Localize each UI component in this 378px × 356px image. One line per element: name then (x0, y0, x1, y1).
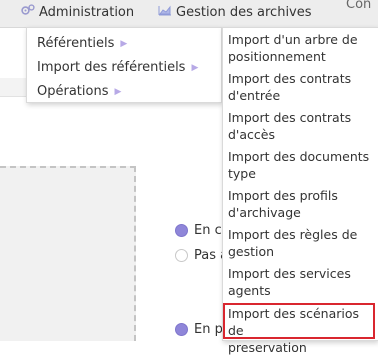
nav-item-gestion-label: Gestion des archives (176, 4, 312, 20)
nav-item-gestion[interactable]: Gestion des archives (158, 4, 312, 20)
submenu-item-line: Import d'un arbre de (228, 32, 358, 47)
top-navigation-bar: Administration Gestion des archives Con (0, 0, 378, 28)
radio-selected-icon (175, 323, 188, 336)
menu-item-operations[interactable]: Opérations ▶ (27, 80, 221, 104)
submenu-item-line: Import des contrats (228, 71, 352, 86)
submenu-item-import-services-agents[interactable]: Import des services agents (228, 265, 374, 299)
submenu-item-line: Import des documents (228, 149, 370, 164)
nav-item-administration-label: Administration (39, 4, 135, 20)
submenu-item-line: type (228, 166, 256, 181)
submenu-item-import-profils-archivage[interactable]: Import des profils d'archivage (228, 187, 374, 221)
submenu-item-import-contrats-entree[interactable]: Import des contrats d'entrée (228, 70, 374, 104)
submenu-item-line: Import des services (228, 266, 351, 281)
radio-option-2[interactable]: Pas a (175, 248, 228, 263)
chevron-right-icon: ▶ (120, 39, 128, 49)
radio-option-3-label: En p (194, 322, 223, 337)
administration-dropdown-menu: Référentiels ▶ Import des référentiels ▶ O… (26, 27, 222, 103)
radio-selected-icon (175, 224, 188, 237)
submenu-item-import-arbre[interactable]: Import d'un arbre de positionnement (228, 31, 374, 65)
submenu-item-line: preservation (228, 340, 307, 355)
submenu-item-import-documents-type[interactable]: Import des documents type (228, 148, 374, 182)
menu-item-referentiels[interactable]: Référentiels ▶ (27, 32, 221, 56)
gears-icon (21, 4, 35, 20)
submenu-item-line: gestion (228, 244, 275, 259)
chevron-right-icon: ▶ (191, 63, 199, 73)
chart-icon (158, 4, 172, 20)
menu-item-referentiels-label: Référentiels (37, 36, 115, 51)
menu-item-operations-label: Opérations (37, 84, 109, 99)
nav-item-administration[interactable]: Administration (21, 4, 134, 20)
submenu-item-import-scenarios-preservation[interactable]: Import des scénarios de preservation (228, 305, 374, 356)
chevron-right-icon: ▶ (114, 87, 122, 97)
submenu-item-line: agents (228, 283, 271, 298)
submenu-item-import-contrats-acces[interactable]: Import des contrats d'accès (228, 109, 374, 143)
import-referentiels-submenu: Import d'un arbre de positionnement Impo… (222, 27, 378, 355)
submenu-item-line: d'entrée (228, 88, 281, 103)
file-drop-zone[interactable] (0, 166, 136, 341)
radio-option-3[interactable]: En p (175, 322, 223, 337)
submenu-item-line: positionnement (228, 49, 326, 64)
submenu-item-line: Import des contrats (228, 110, 352, 125)
submenu-item-line: d'accès (228, 127, 275, 142)
nav-item-cut-label: Con (346, 0, 372, 10)
submenu-item-line: Import des profils (228, 188, 338, 203)
submenu-item-line: d'archivage (228, 205, 301, 220)
submenu-item-line: Import des règles de (228, 227, 358, 242)
submenu-item-line: Import des scénarios de (228, 306, 359, 338)
menu-item-import-referentiels[interactable]: Import des référentiels ▶ (27, 56, 221, 80)
submenu-item-import-regles-gestion[interactable]: Import des règles de gestion (228, 226, 374, 260)
menu-item-import-referentiels-label: Import des référentiels (37, 60, 186, 75)
radio-unselected-icon (175, 249, 188, 262)
